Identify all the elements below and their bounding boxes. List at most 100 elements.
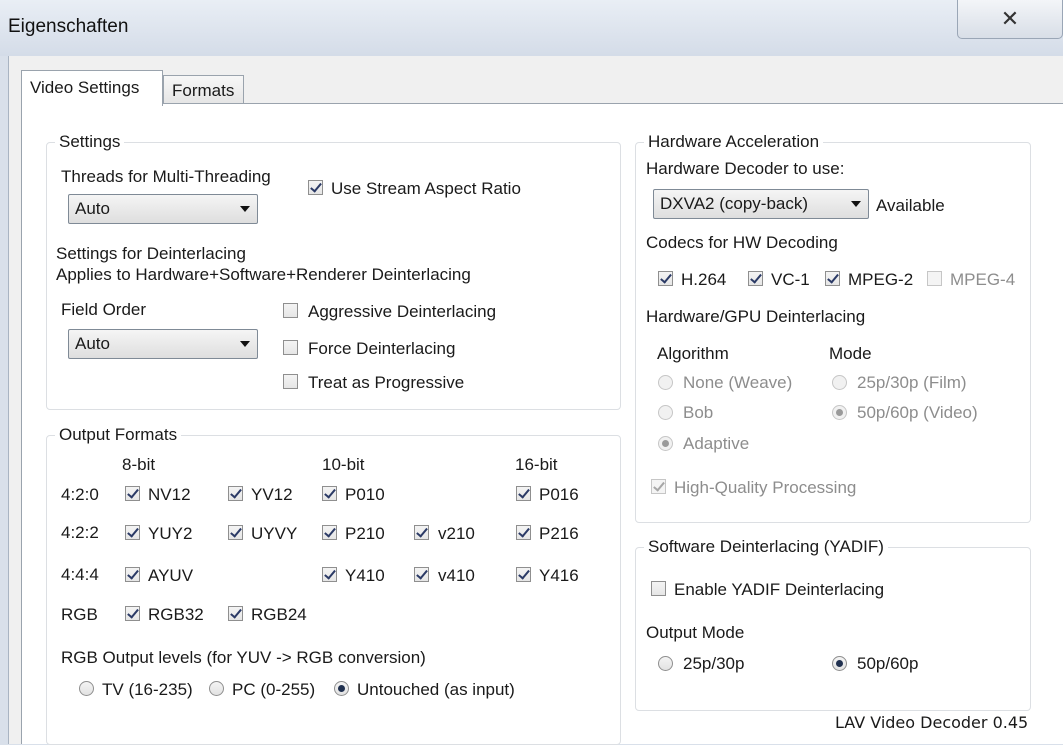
v410-label: v410	[438, 566, 475, 585]
hw-decoder-select[interactable]: DXVA2 (copy-back)	[653, 189, 869, 219]
p210-label: P210	[345, 524, 385, 543]
yuy2-checkbox[interactable]	[125, 525, 140, 540]
hq-processing-label: High-Quality Processing	[674, 478, 857, 497]
rgb32-label: RGB32	[148, 605, 204, 624]
level-pc-label: PC (0-255)	[232, 680, 316, 699]
aggressive-deinterlacing-checkbox[interactable]	[283, 303, 298, 318]
mpeg2-label: MPEG-2	[848, 270, 914, 289]
alg-adaptive-radio[interactable]	[658, 436, 673, 451]
force-deinterlacing-checkbox[interactable]	[283, 340, 298, 355]
enable-yadif-label: Enable YADIF Deinterlacing	[674, 580, 885, 599]
ayuv-checkbox[interactable]	[125, 567, 140, 582]
sw-mode-25-radio[interactable]	[658, 656, 673, 671]
threads-select-value: Auto	[75, 199, 110, 218]
output-mode-label: Output Mode	[646, 623, 745, 642]
mode-label: Mode	[829, 344, 872, 363]
p010-label: P010	[345, 485, 385, 504]
level-tv-label: TV (16-235)	[102, 680, 193, 699]
nv12-label: NV12	[148, 485, 191, 504]
use-stream-aspect-checkbox[interactable]	[308, 180, 323, 195]
enable-yadif-checkbox[interactable]	[651, 581, 666, 596]
close-button[interactable]: ✕	[957, 0, 1063, 39]
rgb-levels-label: RGB Output levels (for YUV -> RGB conver…	[61, 648, 426, 667]
sw-mode-50-radio[interactable]	[832, 656, 847, 671]
yuy2-label: YUY2	[148, 524, 193, 543]
algorithm-label: Algorithm	[657, 344, 729, 363]
force-deinterlacing-label: Force Deinterlacing	[308, 339, 456, 358]
col-16bit-label: 16-bit	[515, 455, 558, 474]
uyvy-label: UYVY	[251, 524, 298, 543]
rgb24-label: RGB24	[251, 605, 307, 624]
h264-checkbox[interactable]	[658, 271, 673, 286]
level-tv-radio[interactable]	[79, 681, 94, 696]
alg-bob-radio[interactable]	[658, 405, 673, 420]
close-icon: ✕	[1000, 6, 1020, 31]
settings-group-label: Settings	[55, 132, 125, 152]
level-pc-radio[interactable]	[209, 681, 224, 696]
mpeg4-label: MPEG-4	[950, 270, 1016, 289]
dialog-body: Video Settings Formats Settings Threads …	[8, 56, 1063, 745]
title-bar: Eigenschaften ✕	[0, 0, 1063, 56]
treat-progressive-label: Treat as Progressive	[308, 373, 465, 392]
deinterlacing-heading: Settings for Deinterlacing	[56, 244, 246, 263]
field-order-label: Field Order	[61, 300, 147, 319]
alg-none-label: None (Weave)	[683, 373, 793, 392]
rgb32-checkbox[interactable]	[125, 606, 140, 621]
mpeg2-checkbox[interactable]	[825, 271, 840, 286]
hq-processing-checkbox[interactable]	[651, 479, 666, 494]
yv12-checkbox[interactable]	[228, 486, 243, 501]
sw-mode-25-label: 25p/30p	[683, 654, 745, 673]
row-422-label: 4:2:2	[61, 523, 99, 542]
p016-checkbox[interactable]	[516, 486, 531, 501]
software-deinterlacing-group-label: Software Deinterlacing (YADIF)	[644, 537, 888, 557]
alg-bob-label: Bob	[683, 403, 714, 422]
uyvy-checkbox[interactable]	[228, 525, 243, 540]
h264-label: H.264	[681, 270, 727, 289]
treat-progressive-checkbox[interactable]	[283, 374, 298, 389]
row-444-label: 4:4:4	[61, 565, 99, 584]
v210-label: v210	[438, 524, 475, 543]
y416-checkbox[interactable]	[516, 567, 531, 582]
alg-adaptive-label: Adaptive	[683, 434, 750, 453]
vc1-checkbox[interactable]	[748, 271, 763, 286]
hardware-acceleration-group-label: Hardware Acceleration	[644, 132, 824, 152]
sw-mode-50-label: 50p/60p	[857, 654, 919, 673]
p216-checkbox[interactable]	[516, 525, 531, 540]
window-title: Eigenschaften	[8, 16, 129, 37]
deinterlacing-subheading: Applies to Hardware+Software+Renderer De…	[56, 265, 471, 284]
row-rgb-label: RGB	[61, 605, 98, 624]
threads-select[interactable]: Auto	[68, 194, 258, 224]
chevron-down-icon	[240, 341, 250, 347]
gpu-deinterlacing-label: Hardware/GPU Deinterlacing	[646, 307, 866, 326]
p010-checkbox[interactable]	[322, 486, 337, 501]
row-420-label: 4:2:0	[61, 485, 99, 504]
v410-checkbox[interactable]	[414, 567, 429, 582]
aggressive-deinterlacing-label: Aggressive Deinterlacing	[308, 302, 497, 321]
version-label: LAV Video Decoder 0.45	[835, 713, 1029, 732]
level-untouched-radio[interactable]	[334, 681, 349, 696]
y410-checkbox[interactable]	[322, 567, 337, 582]
level-untouched-label: Untouched (as input)	[357, 680, 515, 699]
tab-page-video-settings: Settings Threads for Multi-Threading Aut…	[21, 103, 1063, 745]
v210-checkbox[interactable]	[414, 525, 429, 540]
mpeg4-checkbox[interactable]	[927, 271, 942, 286]
field-order-select[interactable]: Auto	[68, 329, 258, 359]
use-stream-aspect-label: Use Stream Aspect Ratio	[331, 179, 521, 198]
tab-video-settings[interactable]: Video Settings	[21, 70, 163, 106]
alg-none-radio[interactable]	[658, 375, 673, 390]
mode-film-radio[interactable]	[832, 375, 847, 390]
vc1-label: VC-1	[771, 270, 810, 289]
mode-video-label: 50p/60p (Video)	[857, 403, 978, 422]
hw-decoder-label: Hardware Decoder to use:	[646, 159, 845, 178]
p016-label: P016	[539, 485, 579, 504]
chevron-down-icon	[851, 201, 861, 207]
threads-label: Threads for Multi-Threading	[61, 167, 271, 186]
p210-checkbox[interactable]	[322, 525, 337, 540]
col-8bit-label: 8-bit	[122, 455, 156, 474]
mode-video-radio[interactable]	[832, 405, 847, 420]
col-10bit-label: 10-bit	[322, 455, 365, 474]
output-formats-group-label: Output Formats	[55, 425, 182, 445]
rgb24-checkbox[interactable]	[228, 606, 243, 621]
hw-codecs-label: Codecs for HW Decoding	[646, 233, 838, 252]
nv12-checkbox[interactable]	[125, 486, 140, 501]
